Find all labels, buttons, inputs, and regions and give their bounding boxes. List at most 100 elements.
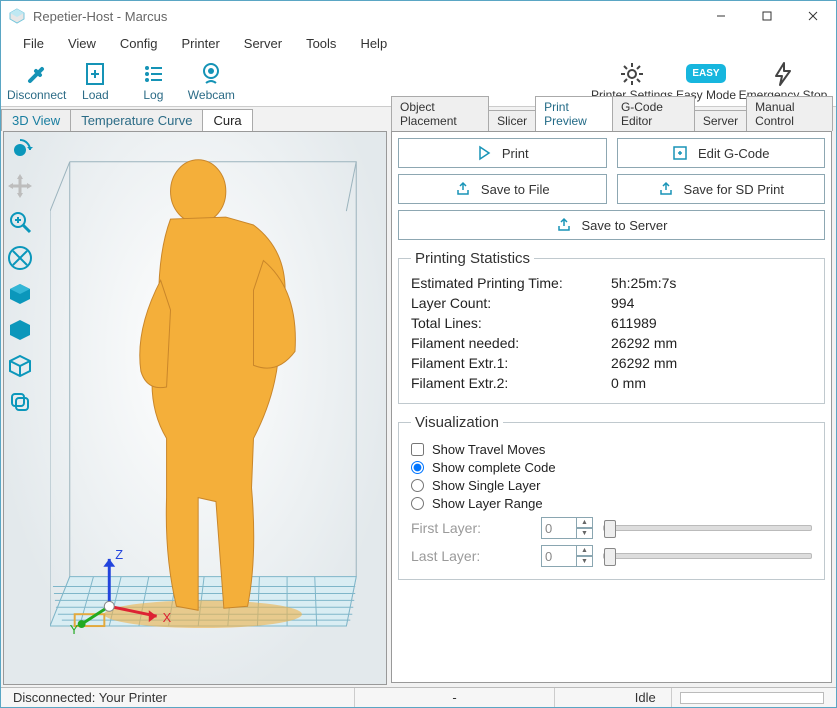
- mode-complete-radio[interactable]: [411, 461, 424, 474]
- last-layer-row: Last Layer: ▲▼: [411, 545, 812, 567]
- gear-icon: [619, 60, 645, 88]
- save-to-server-button[interactable]: Save to Server: [398, 210, 825, 240]
- window-title: Repetier-Host - Marcus: [33, 9, 167, 24]
- visualization: Visualization Show Travel Moves Show com…: [398, 414, 825, 580]
- first-layer-spinner[interactable]: ▲▼: [541, 517, 593, 539]
- spin-down-icon[interactable]: ▼: [576, 528, 593, 539]
- export-icon: [556, 217, 572, 233]
- left-panel: 3D View Temperature Curve Cura: [1, 107, 389, 687]
- slider-thumb[interactable]: [604, 520, 616, 538]
- webcam-icon: [198, 60, 224, 88]
- orbit-icon[interactable]: [6, 136, 34, 164]
- svg-text:X: X: [163, 610, 172, 625]
- stat-value: 0 mm: [611, 375, 812, 391]
- stat-label: Total Lines:: [411, 315, 611, 331]
- menu-view[interactable]: View: [56, 34, 108, 53]
- status-idle: Idle: [555, 688, 672, 707]
- load-icon: [82, 60, 108, 88]
- mode-single[interactable]: Show Single Layer: [411, 478, 812, 493]
- last-layer-slider[interactable]: [603, 553, 812, 559]
- tab-3d-view[interactable]: 3D View: [1, 109, 71, 131]
- last-layer-spinner[interactable]: ▲▼: [541, 545, 593, 567]
- svg-text:Z: Z: [115, 547, 123, 562]
- status-mid: -: [355, 688, 555, 707]
- tab-gcode-editor[interactable]: G-Code Editor: [612, 96, 695, 131]
- right-panel: Object Placement Slicer Print Preview G-…: [389, 107, 836, 687]
- spin-up-icon[interactable]: ▲: [576, 517, 593, 528]
- 3d-viewport[interactable]: X Y Z: [3, 131, 387, 685]
- stat-value: 611989: [611, 315, 812, 331]
- layers-icon[interactable]: [6, 388, 34, 416]
- wire-view-icon[interactable]: [6, 352, 34, 380]
- webcam-button[interactable]: Webcam: [182, 55, 240, 107]
- last-layer-input[interactable]: [541, 545, 577, 567]
- first-layer-slider[interactable]: [603, 525, 812, 531]
- load-button[interactable]: Load: [66, 55, 124, 107]
- first-layer-input[interactable]: [541, 517, 577, 539]
- stat-value: 994: [611, 295, 812, 311]
- print-button[interactable]: Print: [398, 138, 607, 168]
- zoom-icon[interactable]: [6, 208, 34, 236]
- plug-icon: [24, 60, 50, 88]
- viewport-toolbar: [6, 136, 34, 416]
- iso-view-icon[interactable]: [6, 280, 34, 308]
- solid-view-icon[interactable]: [6, 316, 34, 344]
- mode-range[interactable]: Show Layer Range: [411, 496, 812, 511]
- save-to-file-button[interactable]: Save to File: [398, 174, 607, 204]
- tab-temperature-curve[interactable]: Temperature Curve: [70, 109, 203, 131]
- menu-server[interactable]: Server: [232, 34, 294, 53]
- stat-label: Filament needed:: [411, 335, 611, 351]
- status-connection: Disconnected: Your Printer: [5, 688, 355, 707]
- content: 3D View Temperature Curve Cura: [1, 107, 836, 687]
- spin-down-icon[interactable]: ▼: [576, 556, 593, 567]
- menu-printer[interactable]: Printer: [169, 34, 231, 53]
- tab-server[interactable]: Server: [694, 110, 747, 131]
- play-icon: [476, 145, 492, 161]
- show-travel-checkbox[interactable]: [411, 443, 424, 456]
- menu-config[interactable]: Config: [108, 34, 170, 53]
- tab-print-preview[interactable]: Print Preview: [535, 96, 613, 131]
- save-for-sd-button[interactable]: Save for SD Print: [617, 174, 826, 204]
- tab-slicer[interactable]: Slicer: [488, 110, 536, 131]
- maximize-button[interactable]: [744, 1, 790, 31]
- disconnect-button[interactable]: Disconnect: [7, 55, 66, 107]
- slider-thumb[interactable]: [604, 548, 616, 566]
- tab-manual-control[interactable]: Manual Control: [746, 96, 833, 131]
- fit-icon[interactable]: [6, 244, 34, 272]
- svg-text:Y: Y: [70, 622, 79, 637]
- show-travel-moves[interactable]: Show Travel Moves: [411, 442, 812, 457]
- mode-range-radio[interactable]: [411, 497, 424, 510]
- stat-value: 5h:25m:7s: [611, 275, 812, 291]
- printing-statistics: Printing Statistics Estimated Printing T…: [398, 250, 825, 404]
- left-tabs: 3D View Temperature Curve Cura: [1, 107, 389, 131]
- first-layer-row: First Layer: ▲▼: [411, 517, 812, 539]
- stat-label: Filament Extr.1:: [411, 355, 611, 371]
- close-button[interactable]: [790, 1, 836, 31]
- build-volume: X Y Z: [50, 142, 376, 656]
- right-body: Print Edit G-Code Save to File Save for …: [391, 131, 832, 683]
- menu-tools[interactable]: Tools: [294, 34, 348, 53]
- pan-icon[interactable]: [6, 172, 34, 200]
- edit-icon: [672, 145, 688, 161]
- menubar: File View Config Printer Server Tools He…: [1, 31, 836, 55]
- export-icon: [455, 181, 471, 197]
- easy-icon: EASY: [686, 60, 725, 88]
- minimize-button[interactable]: [698, 1, 744, 31]
- spin-up-icon[interactable]: ▲: [576, 545, 593, 556]
- edit-gcode-button[interactable]: Edit G-Code: [617, 138, 826, 168]
- app-window: Repetier-Host - Marcus File View Config …: [0, 0, 837, 708]
- bolt-icon: [773, 60, 793, 88]
- stat-value: 26292 mm: [611, 355, 812, 371]
- mode-complete[interactable]: Show complete Code: [411, 460, 812, 475]
- menu-file[interactable]: File: [11, 34, 56, 53]
- log-icon: [140, 60, 166, 88]
- tab-cura[interactable]: Cura: [202, 109, 252, 131]
- tab-object-placement[interactable]: Object Placement: [391, 96, 489, 131]
- statusbar: Disconnected: Your Printer - Idle: [1, 687, 836, 707]
- stat-label: Filament Extr.2:: [411, 375, 611, 391]
- app-icon: [9, 8, 25, 24]
- log-button[interactable]: Log: [124, 55, 182, 107]
- menu-help[interactable]: Help: [348, 34, 399, 53]
- mode-single-radio[interactable]: [411, 479, 424, 492]
- stat-label: Layer Count:: [411, 295, 611, 311]
